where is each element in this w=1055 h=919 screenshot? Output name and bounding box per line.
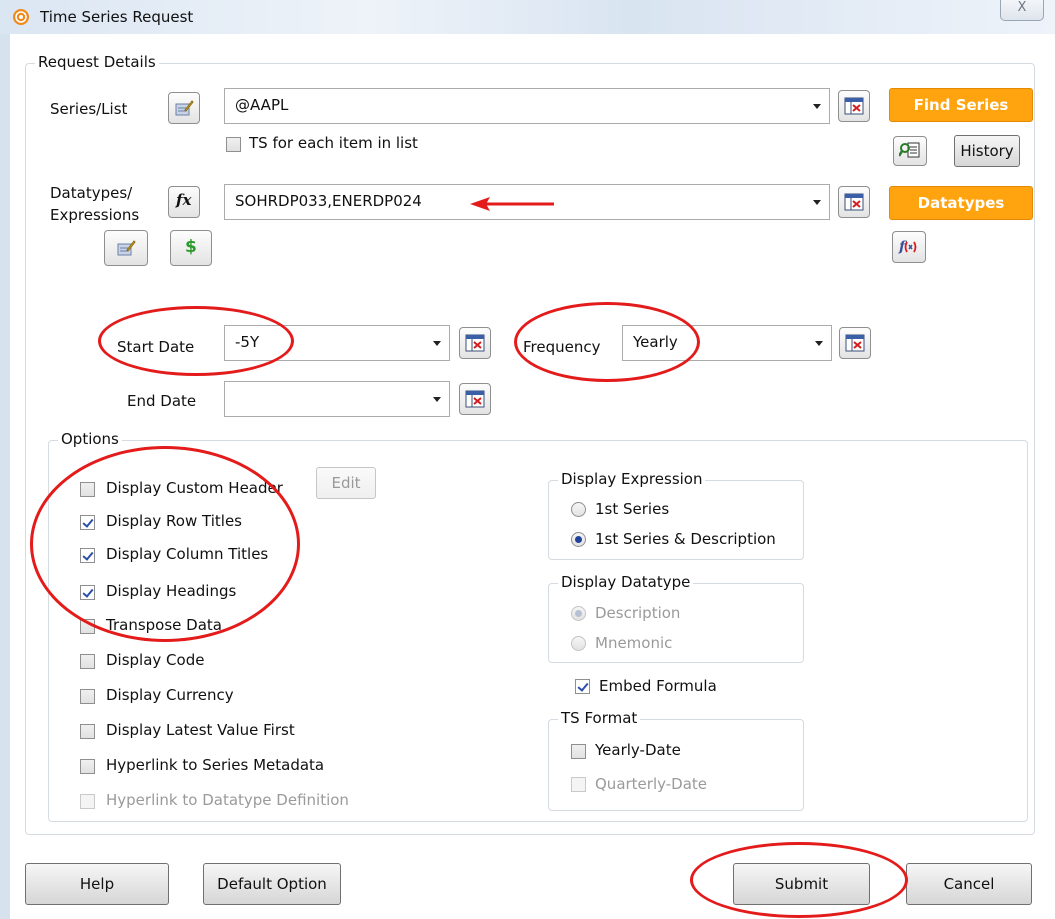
annotation-circle-start-date bbox=[98, 306, 294, 376]
ts-each-item-label: TS for each item in list bbox=[249, 134, 418, 152]
series-list-label: Series/List bbox=[50, 100, 128, 118]
request-details-legend: Request Details bbox=[35, 53, 159, 71]
option-checkbox[interactable] bbox=[80, 794, 95, 809]
display-datatype-legend: Display Datatype bbox=[558, 573, 694, 591]
start-date-grid-button[interactable] bbox=[459, 327, 491, 359]
series-picker-button[interactable] bbox=[168, 92, 200, 124]
yearly-date-checkbox[interactable] bbox=[571, 744, 586, 759]
datatypes-label-line1: Datatypes/ bbox=[50, 184, 133, 202]
list-edit-icon bbox=[175, 100, 194, 116]
option-checkbox-label: Display Currency bbox=[106, 686, 234, 704]
datatype-description-radio[interactable] bbox=[571, 606, 586, 621]
option-checkbox[interactable] bbox=[80, 689, 95, 704]
cancel-button[interactable]: Cancel bbox=[906, 863, 1032, 905]
option-checkbox[interactable] bbox=[80, 724, 95, 739]
edit-header-button[interactable]: Edit bbox=[316, 467, 376, 499]
embed-formula-label: Embed Formula bbox=[599, 677, 717, 695]
window-frame-left bbox=[0, 34, 10, 919]
frequency-grid-button[interactable] bbox=[839, 327, 871, 359]
ts-format-legend: TS Format bbox=[558, 709, 641, 727]
option-checkbox-label: Display Latest Value First bbox=[106, 721, 295, 739]
expr-1st-series-label: 1st Series bbox=[595, 500, 670, 518]
title-bar: Time Series Request X bbox=[0, 0, 1055, 34]
expr-1st-series-desc-label: 1st Series & Description bbox=[595, 530, 776, 548]
expression-icon: f bbox=[898, 239, 917, 255]
annotation-arrow bbox=[470, 197, 554, 211]
grid-link-icon bbox=[465, 390, 485, 408]
svg-text:f: f bbox=[898, 239, 908, 255]
datatype-description-label: Description bbox=[595, 604, 681, 622]
datatypes-button[interactable]: Datatypes bbox=[889, 186, 1033, 220]
option-checkbox[interactable] bbox=[80, 654, 95, 669]
grid-link-icon bbox=[844, 97, 864, 115]
datatypes-value: SOHRDP033,ENERDP024 bbox=[235, 192, 422, 210]
expression-builder-button[interactable]: f bbox=[892, 231, 926, 263]
expr-1st-series-radio[interactable] bbox=[571, 502, 586, 517]
end-date-grid-button[interactable] bbox=[459, 383, 491, 415]
series-list-combobox[interactable]: @AAPL bbox=[224, 88, 830, 124]
expr-1st-series-desc-radio[interactable] bbox=[571, 532, 586, 547]
annotation-circle-frequency bbox=[514, 302, 700, 382]
chevron-down-icon[interactable] bbox=[813, 104, 821, 109]
yearly-date-label: Yearly-Date bbox=[595, 741, 681, 759]
close-button[interactable]: X bbox=[1000, 0, 1044, 21]
option-checkbox-label: Hyperlink to Datatype Definition bbox=[106, 791, 349, 809]
default-option-button[interactable]: Default Option bbox=[203, 863, 341, 905]
datatype-mnemonic-label: Mnemonic bbox=[595, 634, 673, 652]
end-date-label: End Date bbox=[127, 392, 197, 410]
embed-formula-checkbox[interactable] bbox=[575, 679, 590, 694]
datatype-mnemonic-radio[interactable] bbox=[571, 636, 586, 651]
quarterly-date-label: Quarterly-Date bbox=[595, 775, 707, 793]
display-datatype-group bbox=[548, 583, 804, 663]
function-button[interactable]: fx bbox=[168, 186, 200, 218]
grid-link-icon bbox=[845, 334, 865, 352]
options-legend: Options bbox=[58, 430, 122, 448]
option-checkbox[interactable] bbox=[80, 759, 95, 774]
datatype-list-button[interactable] bbox=[104, 230, 148, 266]
series-list-value: @AAPL bbox=[235, 96, 289, 114]
datatypes-grid-button[interactable] bbox=[838, 186, 870, 218]
chevron-down-icon[interactable] bbox=[813, 200, 821, 205]
series-grid-button[interactable] bbox=[838, 90, 870, 122]
option-checkbox-label: Hyperlink to Series Metadata bbox=[106, 756, 325, 774]
help-button[interactable]: Help bbox=[25, 863, 169, 905]
list-edit-icon bbox=[117, 240, 136, 256]
datatypes-label-line2: Expressions bbox=[50, 206, 140, 224]
display-expression-legend: Display Expression bbox=[558, 470, 706, 488]
app-logo-icon bbox=[13, 9, 29, 25]
window-title: Time Series Request bbox=[40, 8, 194, 26]
history-button[interactable]: History bbox=[954, 135, 1020, 167]
quarterly-date-checkbox[interactable] bbox=[571, 777, 586, 792]
close-icon: X bbox=[1017, 0, 1027, 15]
annotation-circle-display-options bbox=[30, 446, 300, 642]
grid-link-icon bbox=[844, 193, 864, 211]
chevron-down-icon[interactable] bbox=[433, 397, 441, 402]
chevron-down-icon[interactable] bbox=[815, 341, 823, 346]
find-series-button[interactable]: Find Series bbox=[889, 88, 1033, 122]
dollar-icon: $ bbox=[185, 237, 197, 257]
lookup-icon bbox=[899, 142, 920, 158]
ts-format-group bbox=[548, 719, 804, 811]
grid-link-icon bbox=[465, 334, 485, 352]
fx-icon: fx bbox=[176, 191, 192, 209]
annotation-circle-submit bbox=[690, 842, 908, 918]
ts-each-item-checkbox[interactable] bbox=[226, 137, 241, 152]
option-checkbox-label: Display Code bbox=[106, 651, 205, 669]
end-date-combobox[interactable] bbox=[224, 381, 450, 417]
currency-button[interactable]: $ bbox=[170, 230, 212, 266]
series-lookup-button[interactable] bbox=[893, 136, 927, 166]
chevron-down-icon[interactable] bbox=[433, 341, 441, 346]
display-expression-group bbox=[548, 480, 804, 560]
